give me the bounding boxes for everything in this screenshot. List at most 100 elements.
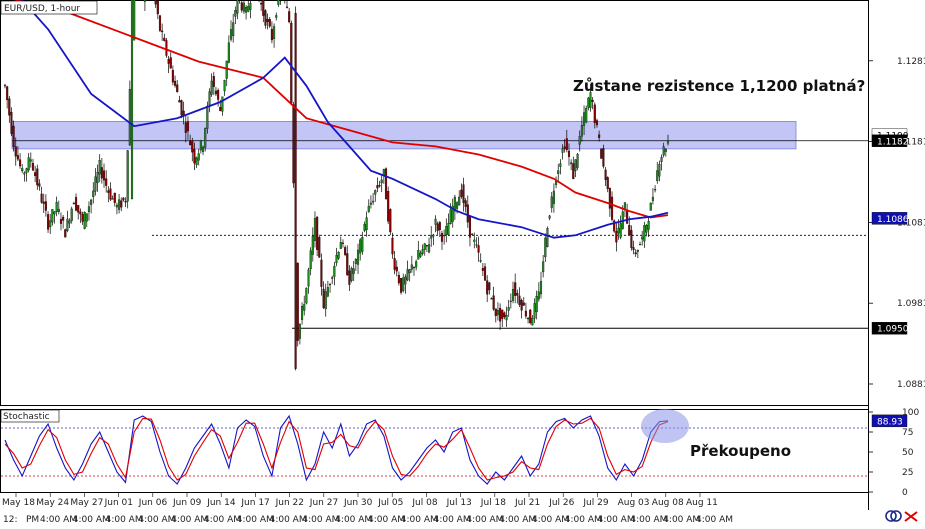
candle-body [268,19,271,27]
candle-body [492,295,495,310]
candle-body [359,239,362,254]
candle-body [600,148,603,159]
candle-body [617,227,620,234]
candle-body [582,112,586,126]
sync-icon[interactable] [885,510,902,522]
stochastic-tag-last: 88.93 [877,417,903,427]
date-axis-label: Jun 14 [206,498,236,508]
candle-body [47,214,50,230]
candle-body [273,26,276,39]
candle-body [490,298,493,300]
candle-body [296,262,299,341]
candle-body [458,196,461,206]
stochastic-axis-label: 25 [902,468,913,478]
candle-body [29,159,32,162]
candle-body [62,216,65,221]
date-axis-label: Jun 17 [240,498,269,508]
candle-body [204,128,207,148]
candle-body [479,260,482,262]
candle-body [395,266,398,272]
candle-body [572,163,575,180]
candle-body [109,188,112,200]
candle-body [6,86,9,101]
candle-body [66,218,69,231]
candle-body [42,201,45,204]
candle-body [548,215,551,219]
time-axis-label: 4:00 AM [598,515,635,525]
candle-body [537,291,540,300]
candle-body [87,206,91,213]
date-axis-label: Jul 13 [446,498,472,508]
candle-body [163,37,166,41]
candle-body [133,0,136,41]
candle-body [195,157,198,166]
candle-body [232,22,235,37]
candle-body [662,146,665,156]
price-tag-blue-ma: 1.1086 [877,215,909,225]
candle-body [320,259,323,287]
candle-body [654,189,657,191]
candle-body [156,0,159,15]
candle-body [25,168,28,173]
candle-body [651,196,654,201]
candle-body [122,197,125,201]
candle-body [369,202,372,205]
candle-body [118,199,121,210]
date-axis-label: May 27 [70,498,103,508]
eurusd-chart: 1.08811.09811.10811.11811.12810255075100… [0,0,925,525]
candle-body [436,223,439,231]
candle-body [542,261,545,273]
candle-body [546,228,549,248]
candle-body [380,179,383,184]
candle-body [559,163,562,167]
candle-body [464,200,467,207]
candle-body [555,180,558,185]
candle-body [550,196,553,208]
date-axis-label: Jul 05 [377,498,403,508]
candle-body [311,235,314,255]
candle-body [298,323,301,339]
candle-body [656,170,659,181]
candle-body [544,237,547,258]
candle-body [318,237,321,258]
candle-body [77,205,80,213]
candle-body [184,122,187,133]
candle-body [415,261,418,268]
candle-body [208,91,211,106]
candle-body [201,146,205,152]
time-axis-label: 4:00 AM [401,515,438,525]
candle-body [90,199,93,205]
date-axis-label: Jul 18 [480,498,506,508]
candle-body [602,148,605,167]
candle-body [645,225,648,233]
price-axis-label: 1.1281 [897,57,925,67]
candle-body [34,172,37,177]
candle-body [419,252,422,257]
candle-body [384,168,388,200]
date-axis-label: Jul 21 [514,498,540,508]
candle-body [417,250,420,260]
chart-title: EUR/USD, 1-hour [4,4,80,14]
candle-body [518,295,521,305]
time-axis-label: 4:00 AM [663,515,700,525]
candle-body [509,300,512,302]
overbought-highlight [641,409,689,443]
candle-body [438,222,441,231]
candle-body [212,76,215,87]
candle-body [649,202,652,211]
arrows-icon[interactable] [902,509,920,523]
candle-body [339,242,342,249]
candle-body [447,222,450,235]
candle-body [115,204,118,208]
candle-body [404,276,407,285]
candle-body [174,80,177,86]
candle-body [576,153,579,168]
candle-body [578,136,581,145]
candle-body [591,99,594,102]
candle-body [111,198,114,200]
candle-body [408,269,411,274]
candle-body [53,211,56,215]
candle-body [161,30,164,33]
candle-body [10,111,13,134]
candle-body [98,160,101,175]
